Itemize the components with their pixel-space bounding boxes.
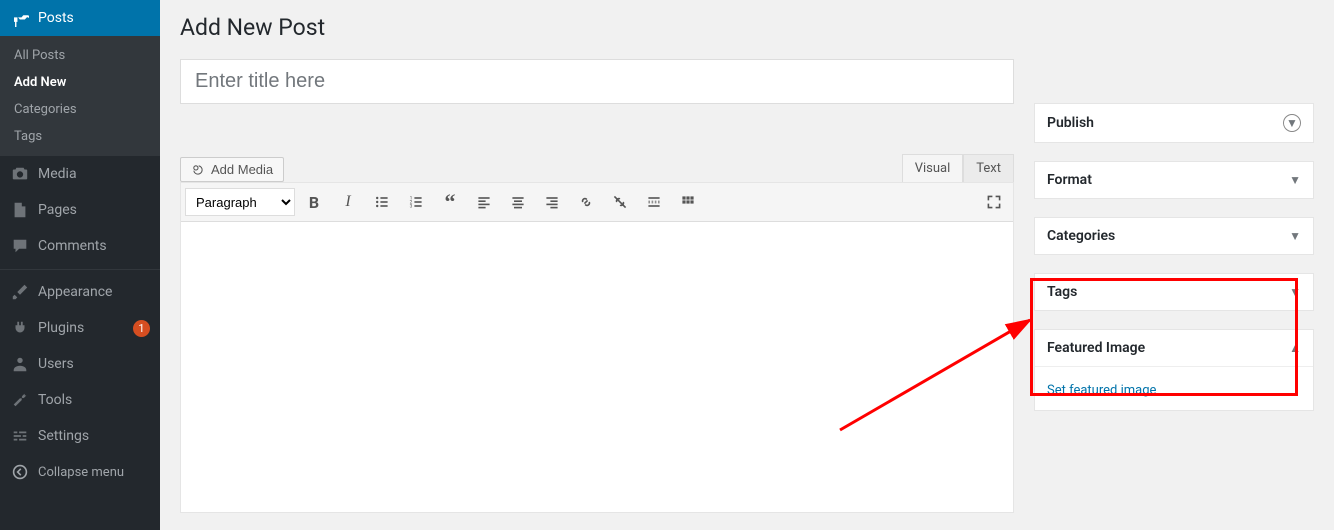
tags-box: Tags ▼ — [1034, 273, 1314, 311]
user-icon — [10, 354, 30, 374]
format-box-header[interactable]: Format ▼ — [1035, 162, 1313, 198]
format-label: Format — [1047, 172, 1092, 188]
align-left-button[interactable] — [469, 187, 499, 217]
submenu-posts: All Posts Add New Categories Tags — [0, 36, 160, 156]
menu-posts[interactable]: Posts — [0, 0, 160, 36]
editor-body[interactable] — [181, 222, 1013, 512]
sub-add-new[interactable]: Add New — [0, 69, 160, 96]
format-box: Format ▼ — [1034, 161, 1314, 199]
menu-tools-label: Tools — [38, 392, 150, 408]
publish-label: Publish — [1047, 115, 1094, 131]
pushpin-icon — [10, 8, 30, 28]
featured-image-label: Featured Image — [1047, 340, 1145, 356]
menu-users[interactable]: Users — [0, 346, 160, 382]
sliders-icon — [10, 426, 30, 446]
menu-users-label: Users — [38, 356, 150, 372]
collapse-label: Collapse menu — [38, 465, 124, 480]
menu-pages[interactable]: Pages — [0, 192, 160, 228]
media-icon — [191, 163, 205, 177]
numbered-list-button[interactable]: 123 — [401, 187, 431, 217]
menu-plugins-label: Plugins — [38, 320, 127, 336]
publish-box: Publish ▼ — [1034, 103, 1314, 143]
sidebar-right: Publish ▼ Format ▼ Categories ▼ Tags — [1034, 59, 1314, 513]
menu-settings-label: Settings — [38, 428, 150, 444]
set-featured-image-link[interactable]: Set featured image — [1047, 383, 1156, 398]
menu-comments-label: Comments — [38, 238, 150, 254]
wrench-icon — [10, 390, 30, 410]
editor: Paragraph B I 123 “ — [180, 182, 1014, 513]
main-content: Add New Post Add Media Visual Text — [160, 0, 1334, 530]
admin-sidebar: Posts All Posts Add New Categories Tags … — [0, 0, 160, 530]
plug-icon — [10, 318, 30, 338]
post-title-input[interactable] — [180, 59, 1014, 104]
categories-box-header[interactable]: Categories ▼ — [1035, 218, 1313, 254]
menu-comments[interactable]: Comments — [0, 228, 160, 264]
menu-appearance-label: Appearance — [38, 284, 150, 300]
tab-text[interactable]: Text — [963, 154, 1014, 182]
format-select[interactable]: Paragraph — [185, 188, 295, 216]
tags-box-header[interactable]: Tags ▼ — [1035, 274, 1313, 310]
sub-all-posts[interactable]: All Posts — [0, 42, 160, 69]
plugins-update-badge: 1 — [133, 320, 150, 337]
caret-down-icon: ▼ — [1289, 173, 1301, 187]
blockquote-button[interactable]: “ — [435, 187, 465, 217]
menu-tools[interactable]: Tools — [0, 382, 160, 418]
editor-toolbar: Paragraph B I 123 “ — [181, 183, 1013, 222]
categories-label: Categories — [1047, 228, 1115, 244]
menu-settings[interactable]: Settings — [0, 418, 160, 454]
collapse-menu[interactable]: Collapse menu — [0, 454, 160, 490]
editor-column: Add Media Visual Text Paragraph B I — [180, 59, 1014, 513]
bullet-list-button[interactable] — [367, 187, 397, 217]
caret-down-icon: ▼ — [1289, 229, 1301, 243]
menu-posts-label: Posts — [38, 10, 150, 26]
bold-button[interactable]: B — [299, 187, 329, 217]
menu-media[interactable]: Media — [0, 156, 160, 192]
caret-up-icon: ▲ — [1289, 341, 1301, 355]
link-button[interactable] — [571, 187, 601, 217]
sub-tags[interactable]: Tags — [0, 123, 160, 150]
toolbar-toggle-button[interactable] — [673, 187, 703, 217]
fullscreen-button[interactable] — [979, 187, 1009, 217]
featured-image-header[interactable]: Featured Image ▲ — [1035, 330, 1313, 366]
page-title: Add New Post — [180, 14, 1314, 41]
tab-visual[interactable]: Visual — [902, 154, 964, 182]
add-media-label: Add Media — [211, 162, 273, 177]
italic-button[interactable]: I — [333, 187, 363, 217]
chevron-down-icon: ▼ — [1283, 114, 1301, 132]
menu-pages-label: Pages — [38, 202, 150, 218]
svg-text:3: 3 — [410, 204, 413, 210]
featured-image-box: Featured Image ▲ Set featured image — [1034, 329, 1314, 411]
collapse-icon — [10, 462, 30, 482]
page-icon — [10, 200, 30, 220]
align-center-button[interactable] — [503, 187, 533, 217]
categories-box: Categories ▼ — [1034, 217, 1314, 255]
add-media-button[interactable]: Add Media — [180, 157, 284, 182]
sub-categories[interactable]: Categories — [0, 96, 160, 123]
menu-appearance[interactable]: Appearance — [0, 274, 160, 310]
brush-icon — [10, 282, 30, 302]
insert-more-button[interactable] — [639, 187, 669, 217]
unlink-button[interactable] — [605, 187, 635, 217]
menu-media-label: Media — [38, 166, 150, 182]
align-right-button[interactable] — [537, 187, 567, 217]
tags-label: Tags — [1047, 284, 1077, 300]
camera-icon — [10, 164, 30, 184]
menu-plugins[interactable]: Plugins 1 — [0, 310, 160, 346]
publish-box-header[interactable]: Publish ▼ — [1035, 104, 1313, 142]
comment-icon — [10, 236, 30, 256]
caret-down-icon: ▼ — [1289, 285, 1301, 299]
